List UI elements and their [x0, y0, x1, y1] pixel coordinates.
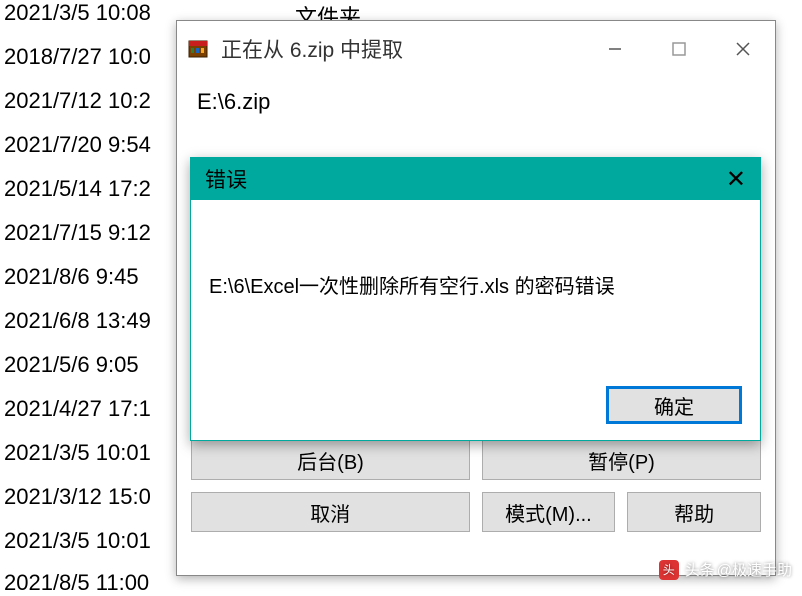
file-date: 2021/7/12 10:2: [4, 88, 151, 114]
window-controls: [583, 21, 775, 77]
minimize-button[interactable]: [583, 21, 647, 77]
watermark-author: @极速手助: [717, 559, 792, 580]
watermark-logo-icon: 头: [659, 560, 679, 580]
mode-button[interactable]: 模式(M)...: [482, 492, 616, 532]
error-title: 错误: [205, 164, 247, 194]
error-titlebar: 错误 ✕: [191, 158, 760, 200]
file-date: 2021/4/27 17:1: [4, 396, 151, 422]
error-dialog: 错误 ✕ E:\6\Excel一次性删除所有空行.xls 的密码错误 确定: [190, 157, 761, 441]
winrar-icon: [187, 38, 209, 60]
file-date: 2021/3/5 10:01: [4, 440, 151, 466]
close-icon[interactable]: ✕: [726, 165, 746, 194]
help-button[interactable]: 帮助: [627, 492, 761, 532]
maximize-button[interactable]: [647, 21, 711, 77]
cancel-button[interactable]: 取消: [191, 492, 470, 532]
ok-button[interactable]: 确定: [606, 386, 742, 424]
watermark: 头 头条 @极速手助: [659, 559, 792, 580]
file-date: 2021/3/5 10:01: [4, 528, 151, 554]
button-row-1: 后台(B) 暂停(P): [191, 440, 761, 480]
file-date: 2021/7/20 9:54: [4, 132, 151, 158]
archive-path: E:\6.zip: [197, 89, 761, 115]
file-date: 2021/3/12 15:0: [4, 484, 151, 510]
pause-button[interactable]: 暂停(P): [482, 440, 761, 480]
file-date: 2018/7/27 10:0: [4, 44, 151, 70]
titlebar: 正在从 6.zip 中提取: [177, 21, 775, 77]
file-date: 2021/5/6 9:05: [4, 352, 139, 378]
file-date: 2021/7/15 9:12: [4, 220, 151, 246]
file-date: 2021/6/8 13:49: [4, 308, 151, 334]
error-message: E:\6\Excel一次性删除所有空行.xls 的密码错误: [191, 200, 760, 299]
background-button[interactable]: 后台(B): [191, 440, 470, 480]
file-date: 2021/8/5 11:00: [4, 570, 149, 596]
file-date: 2021/8/6 9:45: [4, 264, 139, 290]
file-date: 2021/5/14 17:2: [4, 176, 151, 202]
button-row-2: 取消 模式(M)... 帮助: [191, 492, 761, 532]
error-footer: 确定: [606, 386, 742, 424]
close-button[interactable]: [711, 21, 775, 77]
file-date: 2021/3/5 10:08: [4, 0, 151, 26]
watermark-prefix: 头条: [685, 559, 715, 580]
window-title: 正在从 6.zip 中提取: [221, 34, 403, 64]
